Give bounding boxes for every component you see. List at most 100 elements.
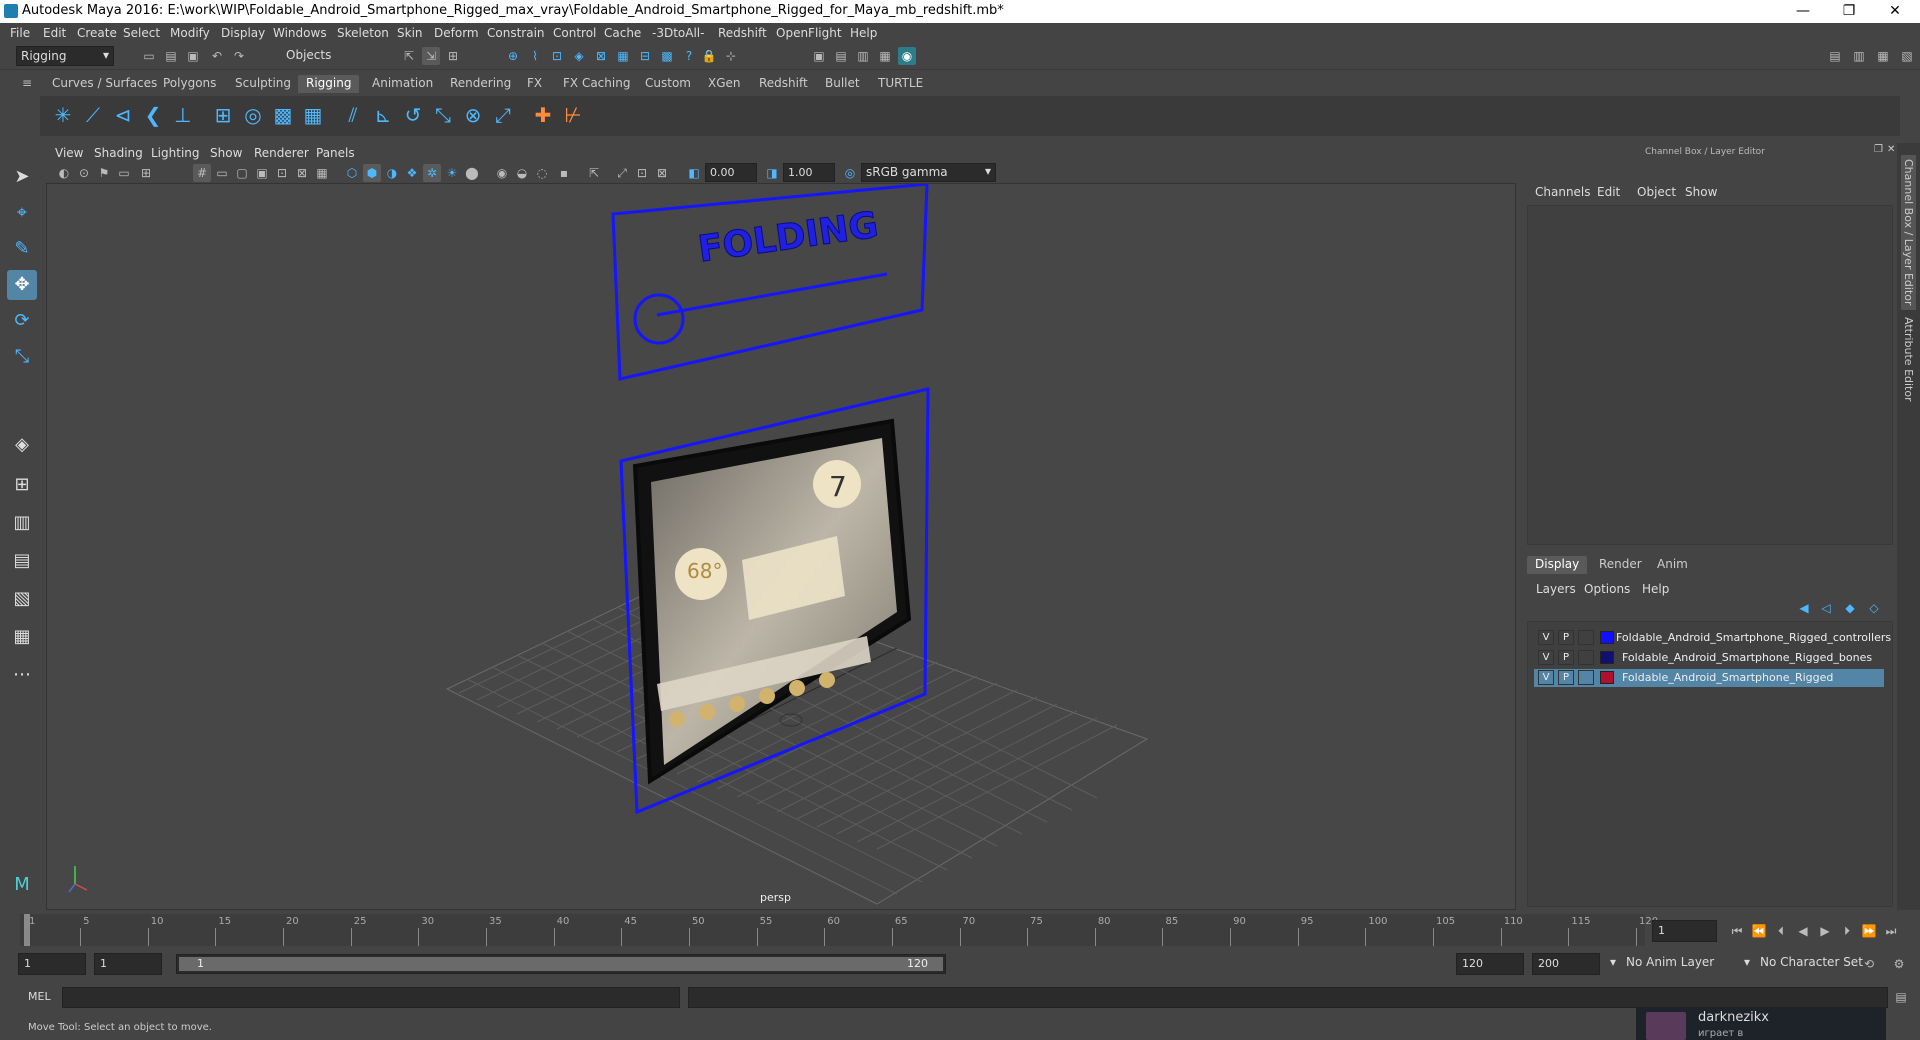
- layer-display-type[interactable]: [1578, 650, 1594, 665]
- menu-create[interactable]: Create: [77, 26, 117, 40]
- channels-menu-edit[interactable]: Edit: [1597, 185, 1620, 199]
- shelf-tab-rendering[interactable]: Rendering: [442, 75, 519, 93]
- side-tab-channel-box[interactable]: Channel Box / Layer Editor: [1901, 155, 1916, 310]
- ik-spline-icon[interactable]: ⊬: [558, 100, 588, 130]
- new-empty-layer-icon[interactable]: ◆: [1841, 599, 1859, 617]
- snap-grid-icon[interactable]: ⊕: [504, 47, 522, 65]
- bookmark-icon[interactable]: ⚑: [95, 164, 113, 182]
- camera-attributes-icon[interactable]: ⊙: [75, 164, 93, 182]
- paint-weights-icon[interactable]: ◎: [238, 100, 268, 130]
- layer-color-swatch[interactable]: [1600, 631, 1614, 644]
- mode-dropdown[interactable]: Rigging ▾: [16, 46, 114, 66]
- camera-select-icon[interactable]: ◐: [55, 164, 73, 182]
- xray-icon[interactable]: ▪: [555, 164, 573, 182]
- undo-icon[interactable]: ↶: [208, 47, 226, 65]
- viewport-menu-shading[interactable]: Shading: [94, 146, 143, 160]
- shelf-tab-fx[interactable]: FX: [519, 75, 550, 93]
- channels-menu-show[interactable]: Show: [1685, 185, 1717, 199]
- outliner-layout-icon[interactable]: ▤: [7, 546, 37, 576]
- redshift-render-icon[interactable]: ◉: [898, 47, 916, 65]
- use-all-lights-icon[interactable]: ✲: [423, 164, 441, 182]
- folding-controller[interactable]: FOLDING: [611, 184, 929, 381]
- layer-color-swatch[interactable]: [1600, 651, 1614, 664]
- time-slider[interactable]: 1 5 10 15 20 25 30 35 40 45 50 55 60 65 70 75 80 85 90 95 10…: [0, 912, 1920, 946]
- menu-windows[interactable]: Windows: [273, 26, 327, 40]
- shelf-tab-sculpting[interactable]: Sculpting: [227, 75, 299, 93]
- menu-help[interactable]: Help: [850, 26, 877, 40]
- menu-redshift[interactable]: Redshift: [718, 26, 767, 40]
- snap-curve-icon[interactable]: ⌇: [526, 47, 544, 65]
- viewport-menu-renderer[interactable]: Renderer: [254, 146, 309, 160]
- color-management-icon[interactable]: ◎: [841, 164, 859, 182]
- scale-constraint-icon[interactable]: ⤡: [428, 100, 458, 130]
- menu-display[interactable]: Display: [221, 26, 265, 40]
- shadows-icon[interactable]: ☀: [443, 164, 461, 182]
- safe-title-icon[interactable]: ▦: [313, 164, 331, 182]
- select-hierarchy-icon[interactable]: ⇱: [400, 47, 418, 65]
- time-slider-track[interactable]: 1 5 10 15 20 25 30 35 40 45 50 55 60 65 70 75 80 85 90 95 10…: [20, 914, 1658, 946]
- gate-mask-icon[interactable]: ▣: [253, 164, 271, 182]
- snap-point-icon[interactable]: ⊡: [548, 47, 566, 65]
- layer-row-controllers[interactable]: V P Foldable_Android_Smartphone_Rigged_c…: [1534, 629, 1891, 647]
- auto-key-icon[interactable]: ⟲: [1860, 955, 1878, 973]
- menu-skin[interactable]: Skin: [397, 26, 423, 40]
- anti-aliasing-icon[interactable]: ◒: [513, 164, 531, 182]
- attribute-editor-toggle-icon[interactable]: ▥: [1850, 47, 1868, 65]
- menu-skeleton[interactable]: Skeleton: [337, 26, 389, 40]
- shelf-tab-custom[interactable]: Custom: [637, 75, 699, 93]
- shelf-tab-redshift[interactable]: Redshift: [751, 75, 816, 93]
- construction-history-icon[interactable]: ▩: [658, 47, 676, 65]
- shelf-tab-polygons[interactable]: Polygons: [155, 75, 224, 93]
- step-back-frame-icon[interactable]: ⏪: [1750, 922, 1768, 940]
- depth-of-field-icon[interactable]: ◌: [533, 164, 551, 182]
- layer-row-bones[interactable]: V P Foldable_Android_Smartphone_Rigged_b…: [1534, 649, 1884, 667]
- new-layer-selected-icon[interactable]: ◇: [1865, 599, 1883, 617]
- aim-constraint-icon[interactable]: ⊗: [458, 100, 488, 130]
- move-tool-icon[interactable]: ✥: [7, 270, 37, 300]
- paint-select-tool-icon[interactable]: ✎: [7, 234, 37, 264]
- snap-view-plane-icon[interactable]: ◈: [570, 47, 588, 65]
- menu-modify[interactable]: Modify: [170, 26, 210, 40]
- current-frame-field[interactable]: 1: [1652, 920, 1717, 942]
- graph-layout-icon[interactable]: ▧: [7, 584, 37, 614]
- layer-playback-toggle[interactable]: P: [1558, 630, 1574, 645]
- menu-control[interactable]: Control: [553, 26, 596, 40]
- scale-tool-icon[interactable]: ⤡: [7, 342, 37, 372]
- viewport-menu-view[interactable]: View: [55, 146, 83, 160]
- heads-up-icon[interactable]: ⊠: [653, 164, 671, 182]
- animation-start-field[interactable]: 1: [18, 953, 86, 975]
- open-scene-icon[interactable]: ▤: [162, 47, 180, 65]
- perspective-viewport[interactable]: FOLDING 68° 7: [46, 183, 1516, 910]
- select-tool-icon[interactable]: ➤: [7, 162, 37, 192]
- step-forward-frame-icon[interactable]: ⏩: [1860, 922, 1878, 940]
- preferences-icon[interactable]: ⚙: [1890, 955, 1908, 973]
- symmetry-icon[interactable]: ⊹: [722, 47, 740, 65]
- image-plane-icon[interactable]: ▭: [115, 164, 133, 182]
- selection-mode-dropdown[interactable]: Objects: [282, 46, 382, 66]
- layout-options-icon[interactable]: ⋯: [7, 660, 37, 690]
- play-backwards-icon[interactable]: ◀: [1794, 922, 1812, 940]
- notification-toast[interactable]: darknezikx играет в: [1636, 1008, 1886, 1040]
- frame-all-icon[interactable]: ⤢: [613, 164, 631, 182]
- layer-visibility-toggle[interactable]: V: [1538, 670, 1554, 685]
- safe-action-icon[interactable]: ⊠: [293, 164, 311, 182]
- menu-openflight[interactable]: OpenFlight: [776, 26, 842, 40]
- character-set-dropdown[interactable]: ▾ No Character Set: [1744, 953, 1876, 975]
- mirror-joint-icon[interactable]: ⊲: [108, 100, 138, 130]
- step-back-key-icon[interactable]: ⏴: [1772, 922, 1790, 940]
- ipr-render-icon[interactable]: ▤: [832, 47, 850, 65]
- viewport-menu-panels[interactable]: Panels: [316, 146, 355, 160]
- lasso-tool-icon[interactable]: ⌖: [7, 198, 37, 228]
- range-slider[interactable]: 1 120: [176, 954, 946, 974]
- menu-select[interactable]: Select: [123, 26, 160, 40]
- animation-end-field[interactable]: 200: [1532, 953, 1600, 975]
- grid-toggle-icon[interactable]: ⊞: [137, 164, 155, 182]
- smooth-shade-icon[interactable]: ⬢: [363, 164, 381, 182]
- layer-display-type[interactable]: [1578, 630, 1594, 645]
- side-tab-attribute-editor[interactable]: Attribute Editor: [1901, 313, 1916, 406]
- new-scene-icon[interactable]: ▭: [140, 47, 158, 65]
- select-component-icon[interactable]: ⊞: [444, 47, 462, 65]
- help-query-icon[interactable]: ?: [680, 47, 698, 65]
- hypershade-icon[interactable]: ▦: [876, 47, 894, 65]
- lattice-icon[interactable]: ▩: [268, 100, 298, 130]
